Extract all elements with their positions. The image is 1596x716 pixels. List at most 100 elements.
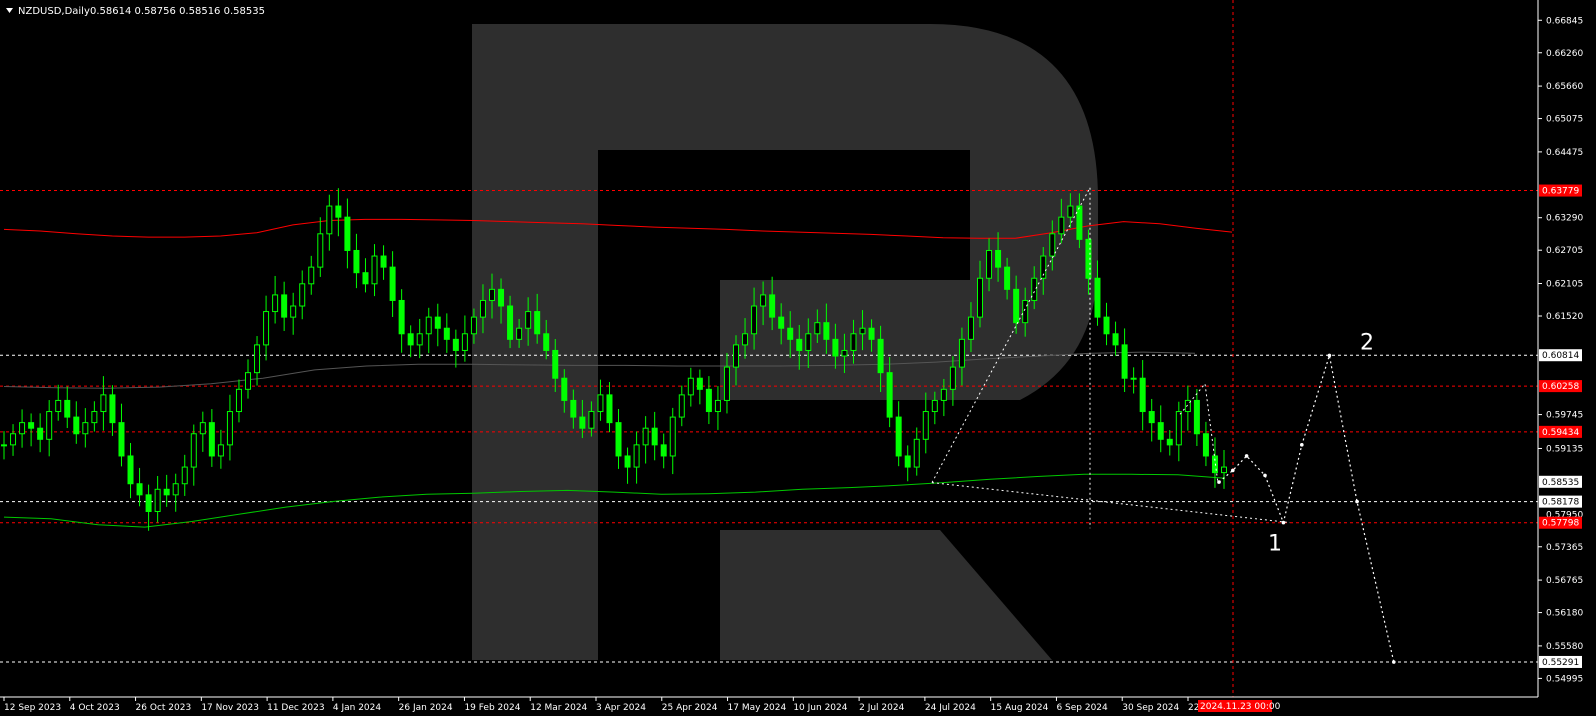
- candle-body: [290, 305, 297, 318]
- candle-body: [561, 377, 568, 401]
- candle-body: [642, 427, 649, 446]
- candle-body: [1148, 411, 1155, 424]
- candle-body: [796, 338, 803, 351]
- candle-body: [1130, 377, 1137, 380]
- candle-body: [868, 327, 875, 340]
- candle-body: [299, 283, 306, 307]
- candle-body: [886, 372, 893, 418]
- candle-body: [904, 455, 911, 468]
- price-tick-label: 0.54995: [1546, 674, 1583, 684]
- price-axis[interactable]: 0.66845 0.66260 0.65660 0.65075 0.64475 0.632…: [1537, 0, 1583, 697]
- candle-body: [245, 372, 251, 390]
- candle-body: [416, 333, 423, 346]
- candle-body: [172, 483, 179, 496]
- candle-body: [470, 316, 477, 335]
- candle-body: [949, 366, 956, 390]
- candle-body: [525, 311, 532, 329]
- price-tags-layer: 0.63779 0.60814 0.60258 0.59434 0.58535 0.581…: [1539, 184, 1583, 668]
- candle-body: [507, 305, 514, 340]
- price-tag-label: 0.58535: [1542, 478, 1579, 488]
- symbol-label: NZDUSD,Daily: [18, 6, 90, 17]
- candle-body: [534, 311, 541, 335]
- candle-body: [1076, 205, 1083, 240]
- candle-body: [678, 394, 685, 418]
- price-tag-label: 0.60258: [1542, 382, 1579, 392]
- price-tick-label: 0.64475: [1546, 148, 1583, 158]
- candle-body: [516, 327, 523, 340]
- forecast-point: [1263, 473, 1267, 478]
- candle-body: [940, 388, 947, 401]
- candle-body: [136, 483, 143, 496]
- time-tick-label: 26 Jan 2024: [399, 703, 453, 713]
- candle-body: [597, 394, 604, 413]
- candle-body: [479, 299, 486, 318]
- candle-body: [452, 338, 459, 351]
- candle-body: [705, 388, 712, 413]
- price-tick-label: 0.66260: [1546, 49, 1583, 59]
- candle-body: [958, 338, 965, 368]
- time-axis[interactable]: 12 Sep 2023 4 Oct 2023 26 Oct 2023 17 Nov 2…: [0, 696, 1538, 713]
- candle-body: [986, 249, 993, 279]
- candle-body: [931, 399, 938, 413]
- candle-body: [199, 422, 206, 435]
- candle-body: [28, 422, 35, 429]
- ohlc-values: 0.58614 0.58756 0.58516 0.58535: [90, 6, 265, 17]
- candle-body: [443, 327, 450, 340]
- time-tick-label: 4 Oct 2023: [70, 703, 120, 713]
- candle-body: [46, 411, 53, 440]
- candle-body: [778, 316, 785, 329]
- candle-body: [1112, 333, 1119, 346]
- candle-body: [922, 411, 929, 440]
- wave-guide-line: [931, 482, 1291, 524]
- watermark-logo: [472, 24, 1098, 660]
- time-tick-label: 10 Jun 2024: [793, 703, 847, 713]
- candle-body: [723, 366, 730, 401]
- price-tick-label: 0.56180: [1546, 609, 1583, 619]
- time-tick-label: 26 Oct 2023: [136, 703, 192, 713]
- price-tick-label: 0.65075: [1546, 115, 1583, 125]
- candle-body: [163, 488, 170, 496]
- candle-body: [1031, 277, 1038, 301]
- time-tick-label: 17 May 2024: [728, 703, 787, 713]
- time-tick-label: 24 Jul 2024: [925, 703, 976, 713]
- chart-window[interactable]: 12 0.66845 0.66260 0.65660 0.65075 0.64475 0.…: [0, 0, 1596, 716]
- candle-body: [263, 311, 270, 346]
- candle-body: [190, 433, 197, 468]
- candle-body: [380, 255, 387, 268]
- candle-body: [742, 333, 749, 346]
- candle-body: [37, 427, 44, 440]
- candle-body: [434, 316, 441, 329]
- forecast-point: [1217, 480, 1221, 484]
- watermark-r-leg: [720, 530, 1052, 660]
- forecast-point: [1300, 443, 1304, 447]
- candle-body: [127, 455, 134, 485]
- candle-body: [805, 333, 812, 351]
- price-tick-label: 0.62705: [1546, 246, 1583, 256]
- candle-body: [281, 294, 288, 318]
- price-tag-label: 0.55291: [1542, 658, 1579, 668]
- price-tick-label: 0.65660: [1546, 82, 1583, 92]
- candle-body: [895, 416, 902, 457]
- price-chart[interactable]: 12 0.668450.662600.656600.650750.644750.…: [0, 0, 1596, 716]
- candle-body: [588, 411, 595, 429]
- candle-body: [109, 394, 116, 424]
- time-tick-label: 17 Nov 2023: [201, 703, 259, 713]
- wave-label-2: 2: [1360, 330, 1374, 355]
- time-tick-label: 11 Dec 2023: [267, 703, 325, 713]
- candle-body: [1022, 299, 1029, 324]
- forecast-path: [1218, 355, 1395, 663]
- candle-body: [1103, 316, 1110, 335]
- candle-body: [669, 416, 676, 457]
- candle-body: [714, 399, 721, 413]
- candle-body: [814, 322, 821, 335]
- candle-body: [181, 466, 188, 485]
- candle-body: [389, 266, 396, 301]
- time-tick-label: 4 Jan 2024: [333, 703, 381, 713]
- candle-body: [543, 333, 550, 351]
- price-tick-label: 0.66845: [1546, 16, 1583, 26]
- candle-body: [696, 377, 703, 390]
- menu-triangle-icon[interactable]: [6, 8, 13, 13]
- time-tick-label: 30 Sep 2024: [1122, 703, 1179, 713]
- candle-body: [823, 322, 830, 340]
- candle-body: [1058, 216, 1065, 235]
